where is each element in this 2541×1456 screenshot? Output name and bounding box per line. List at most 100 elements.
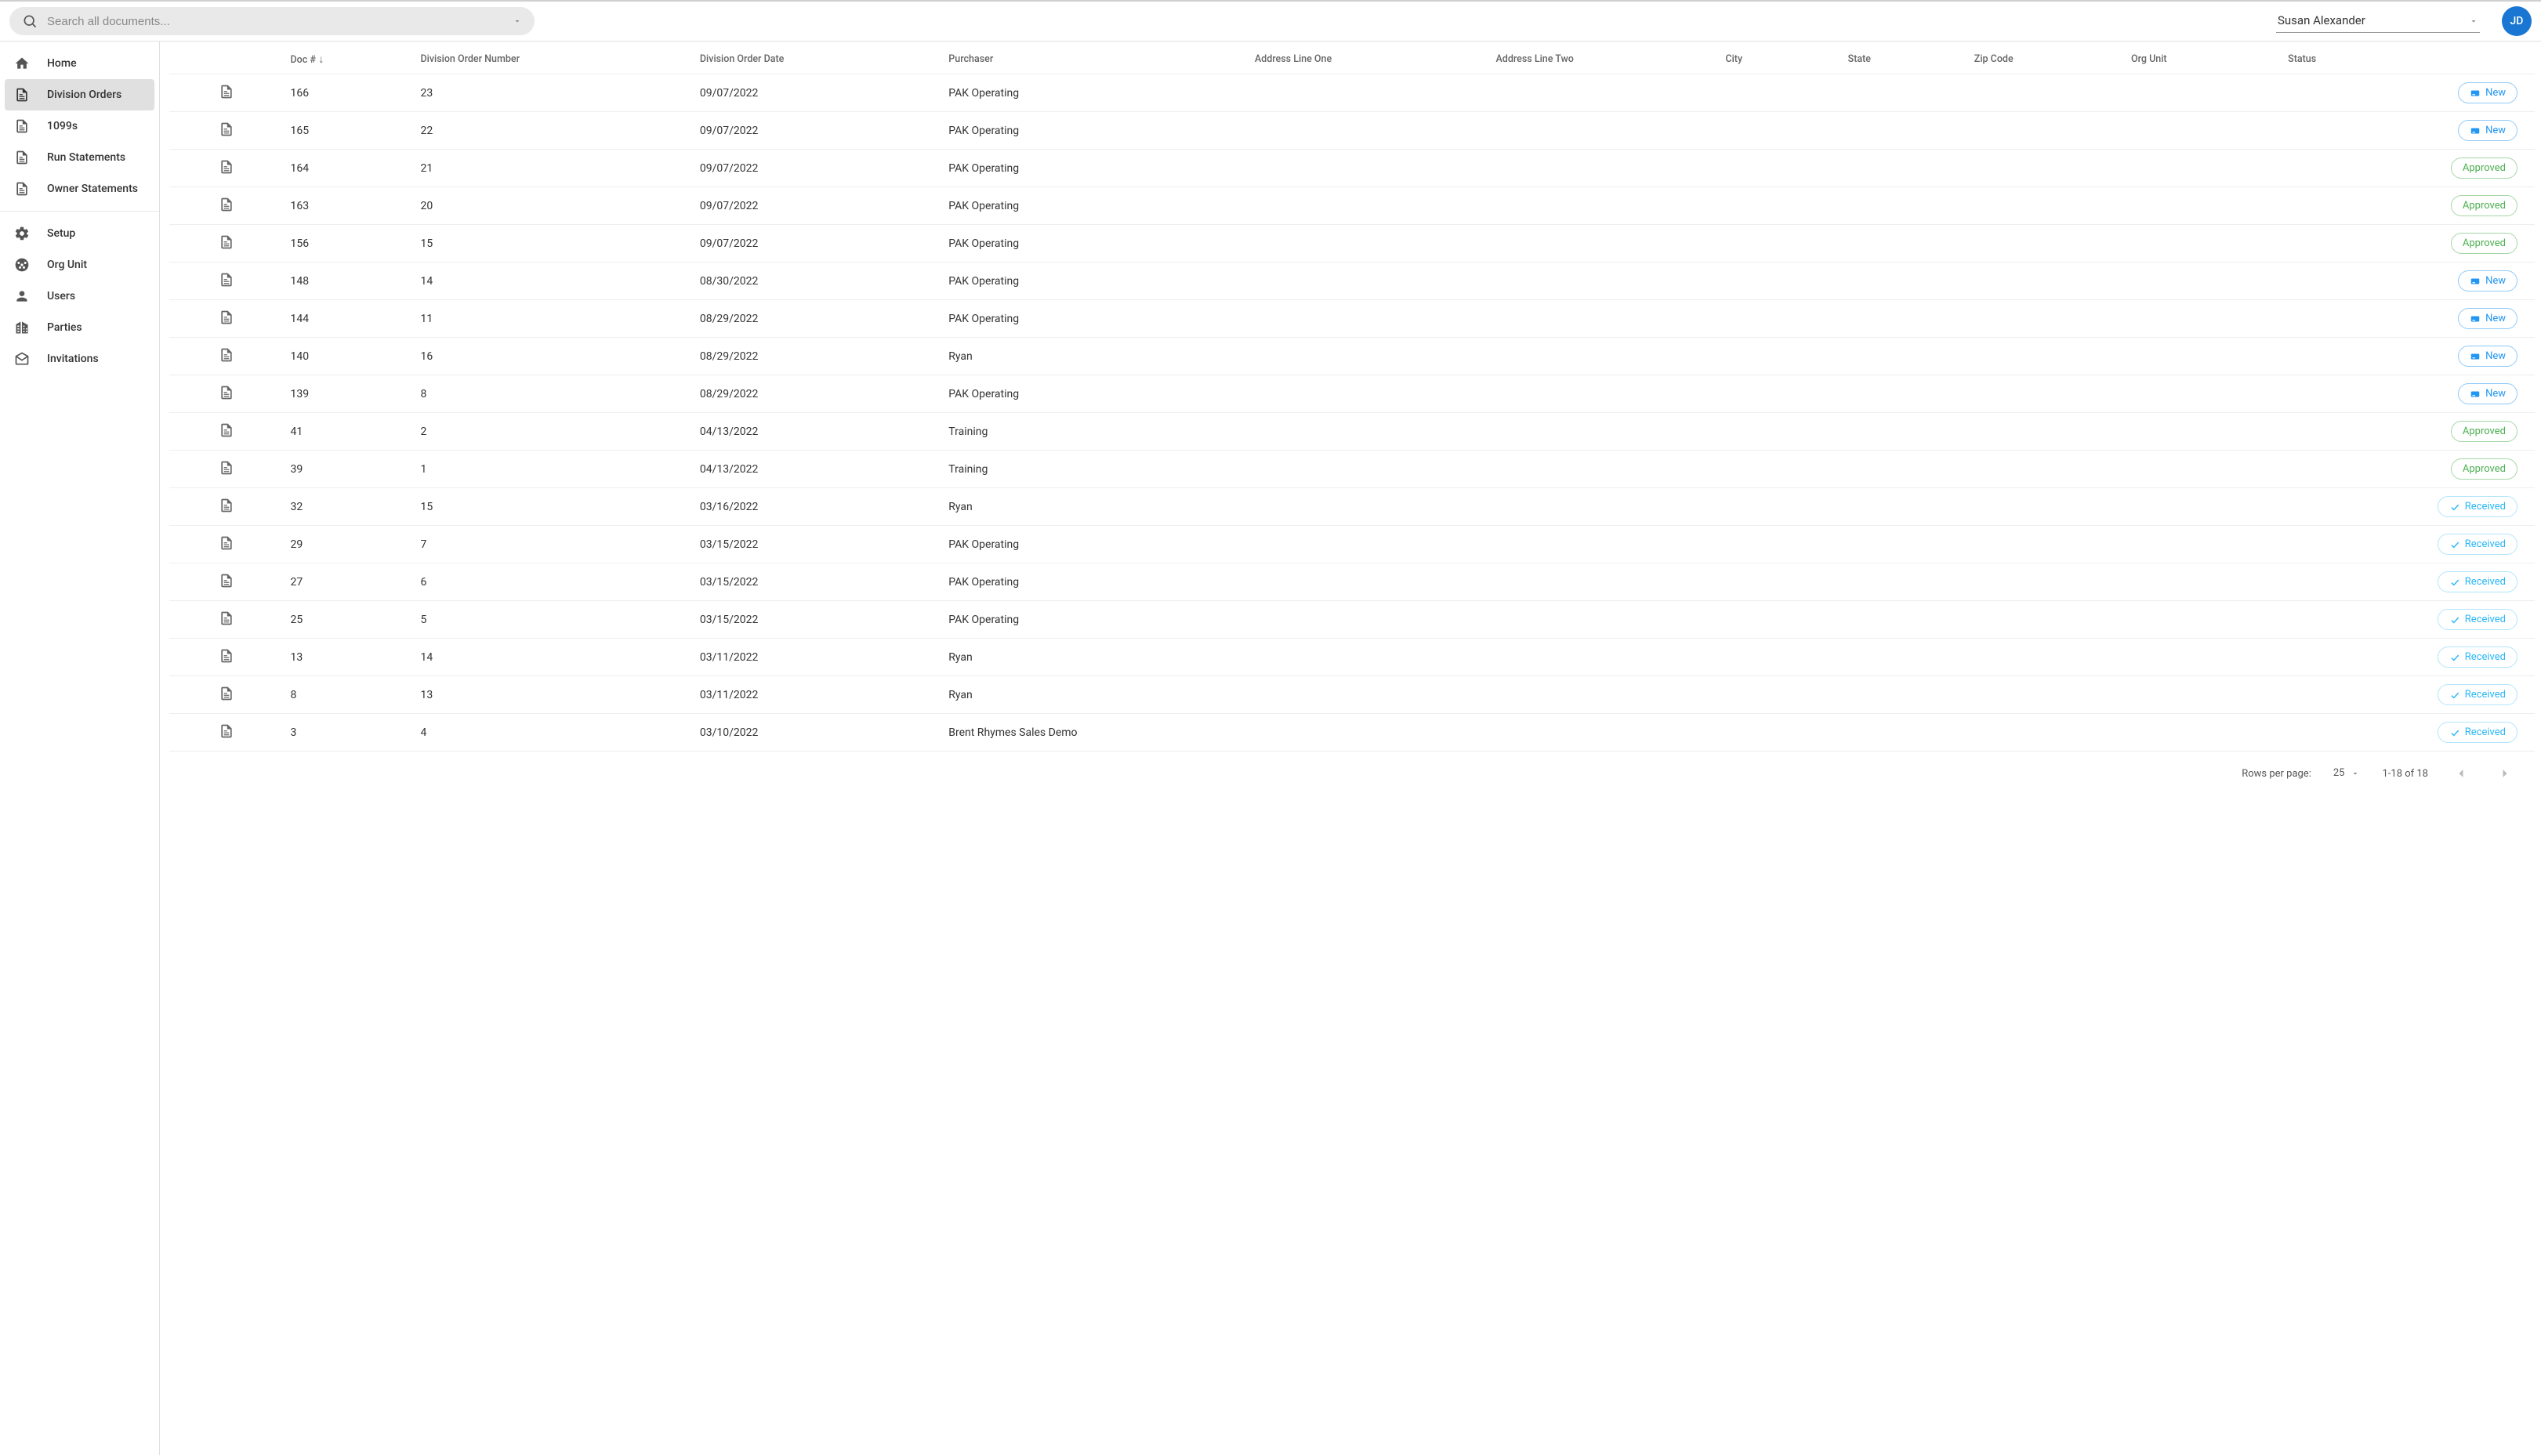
cell-empty (1968, 639, 2125, 676)
cell-empty (2125, 375, 2282, 413)
cell-empty (1249, 563, 1490, 601)
sidebar-item-invitations[interactable]: Invitations (0, 343, 159, 375)
document-icon (169, 563, 284, 601)
cell-status: Approved (2282, 413, 2535, 451)
status-badge[interactable]: Approved (2451, 195, 2517, 216)
status-badge[interactable]: New (2458, 383, 2517, 404)
cell-purchaser: Ryan (942, 676, 1249, 714)
status-badge[interactable]: Received (2438, 496, 2517, 517)
column-header-don[interactable]: Division Order Number (414, 42, 693, 74)
status-badge[interactable]: New (2458, 120, 2517, 141)
table-row[interactable]: 1642109/07/2022PAK OperatingApproved (169, 150, 2535, 187)
cell-date: 04/13/2022 (694, 451, 942, 488)
status-badge[interactable]: Received (2438, 684, 2517, 705)
status-badge[interactable]: New (2458, 270, 2517, 292)
cell-purchaser: Brent Rhymes Sales Demo (942, 714, 1249, 752)
cell-date: 03/10/2022 (694, 714, 942, 752)
cell-status: Received (2282, 639, 2535, 676)
table-row[interactable]: 1662309/07/2022PAK OperatingNew (169, 74, 2535, 112)
table-row[interactable]: 3403/10/2022Brent Rhymes Sales DemoRecei… (169, 714, 2535, 752)
status-badge[interactable]: Received (2438, 609, 2517, 630)
status-badge[interactable]: Approved (2451, 421, 2517, 442)
next-page-button[interactable] (2494, 762, 2516, 784)
sidebar-item-division-orders[interactable]: Division Orders (5, 79, 154, 110)
user-selector[interactable]: Susan Alexander (2276, 10, 2480, 33)
table-row[interactable]: 139808/29/2022PAK OperatingNew (169, 375, 2535, 413)
status-label: New (2485, 350, 2506, 362)
sidebar-item-owner-statements[interactable]: Owner Statements (0, 173, 159, 205)
cell-empty (1719, 601, 1841, 639)
check-icon (2449, 539, 2460, 550)
cell-status: New (2282, 375, 2535, 413)
sidebar-item-run-statements[interactable]: Run Statements (0, 142, 159, 173)
table-row[interactable]: 41204/13/2022TrainingApproved (169, 413, 2535, 451)
table-row[interactable]: 1632009/07/2022PAK OperatingApproved (169, 187, 2535, 225)
sidebar: HomeDivision Orders1099sRun StatementsOw… (0, 42, 160, 1455)
table-row[interactable]: 27603/15/2022PAK OperatingReceived (169, 563, 2535, 601)
table-row[interactable]: 81303/11/2022RyanReceived (169, 676, 2535, 714)
card-icon (2470, 125, 2481, 136)
cell-empty (1719, 112, 1841, 150)
cell-empty (1249, 150, 1490, 187)
cell-date: 03/15/2022 (694, 601, 942, 639)
sidebar-item-parties[interactable]: Parties (0, 312, 159, 343)
status-badge[interactable]: New (2458, 308, 2517, 329)
table-row[interactable]: 1481408/30/2022PAK OperatingNew (169, 263, 2535, 300)
column-header-status[interactable]: Status (2282, 42, 2535, 74)
table-row[interactable]: 39104/13/2022TrainingApproved (169, 451, 2535, 488)
status-badge[interactable]: New (2458, 82, 2517, 103)
cell-empty (1968, 413, 2125, 451)
column-header-zip[interactable]: Zip Code (1968, 42, 2125, 74)
cell-empty (1249, 375, 1490, 413)
column-header-date[interactable]: Division Order Date (694, 42, 942, 74)
table-row[interactable]: 131403/11/2022RyanReceived (169, 639, 2535, 676)
cell-empty (1489, 225, 1719, 263)
column-header-addr2[interactable]: Address Line Two (1489, 42, 1719, 74)
status-badge[interactable]: Received (2438, 571, 2517, 592)
table-row[interactable]: 1652209/07/2022PAK OperatingNew (169, 112, 2535, 150)
cell-empty (1842, 187, 1968, 225)
status-badge[interactable]: Received (2438, 534, 2517, 555)
sidebar-item-users[interactable]: Users (0, 281, 159, 312)
table-row[interactable]: 1401608/29/2022RyanNew (169, 338, 2535, 375)
cell-don: 15 (414, 488, 693, 526)
cell-empty (1719, 338, 1841, 375)
table-row[interactable]: 321503/16/2022RyanReceived (169, 488, 2535, 526)
sidebar-item-home[interactable]: Home (0, 48, 159, 79)
column-header-purchaser[interactable]: Purchaser (942, 42, 1249, 74)
sidebar-item-1099s[interactable]: 1099s (0, 110, 159, 142)
column-header-addr1[interactable]: Address Line One (1249, 42, 1490, 74)
cell-empty (2125, 112, 2282, 150)
cell-empty (1489, 451, 1719, 488)
status-badge[interactable]: Received (2438, 722, 2517, 743)
column-header-org[interactable]: Org Unit (2125, 42, 2282, 74)
sidebar-item-org-unit[interactable]: Org Unit (0, 249, 159, 281)
cell-date: 03/15/2022 (694, 563, 942, 601)
status-badge[interactable]: Approved (2451, 158, 2517, 179)
rows-per-page-select[interactable]: 25 (2333, 767, 2361, 780)
cell-empty (1489, 601, 1719, 639)
cell-empty (1249, 714, 1490, 752)
table-row[interactable]: 29703/15/2022PAK OperatingReceived (169, 526, 2535, 563)
table-row[interactable]: 1441108/29/2022PAK OperatingNew (169, 300, 2535, 338)
status-label: Received (2465, 576, 2506, 588)
cell-empty (1249, 639, 1490, 676)
status-badge[interactable]: Received (2438, 647, 2517, 668)
search-dropdown-icon[interactable] (513, 16, 522, 26)
prev-page-button[interactable] (2450, 762, 2472, 784)
table-row[interactable]: 25503/15/2022PAK OperatingReceived (169, 601, 2535, 639)
avatar[interactable]: JD (2502, 6, 2532, 36)
status-badge[interactable]: Approved (2451, 458, 2517, 480)
table-row[interactable]: 1561509/07/2022PAK OperatingApproved (169, 225, 2535, 263)
status-badge[interactable]: Approved (2451, 233, 2517, 254)
status-badge[interactable]: New (2458, 346, 2517, 367)
search-input[interactable] (9, 7, 535, 35)
cell-date: 03/16/2022 (694, 488, 942, 526)
sidebar-item-setup[interactable]: Setup (0, 218, 159, 249)
column-header-city[interactable]: City (1719, 42, 1841, 74)
cell-empty (1249, 74, 1490, 112)
cell-empty (1968, 112, 2125, 150)
column-header-doc_num[interactable]: Doc # ↓ (284, 42, 414, 74)
column-header-state[interactable]: State (1842, 42, 1968, 74)
cell-status: Received (2282, 526, 2535, 563)
